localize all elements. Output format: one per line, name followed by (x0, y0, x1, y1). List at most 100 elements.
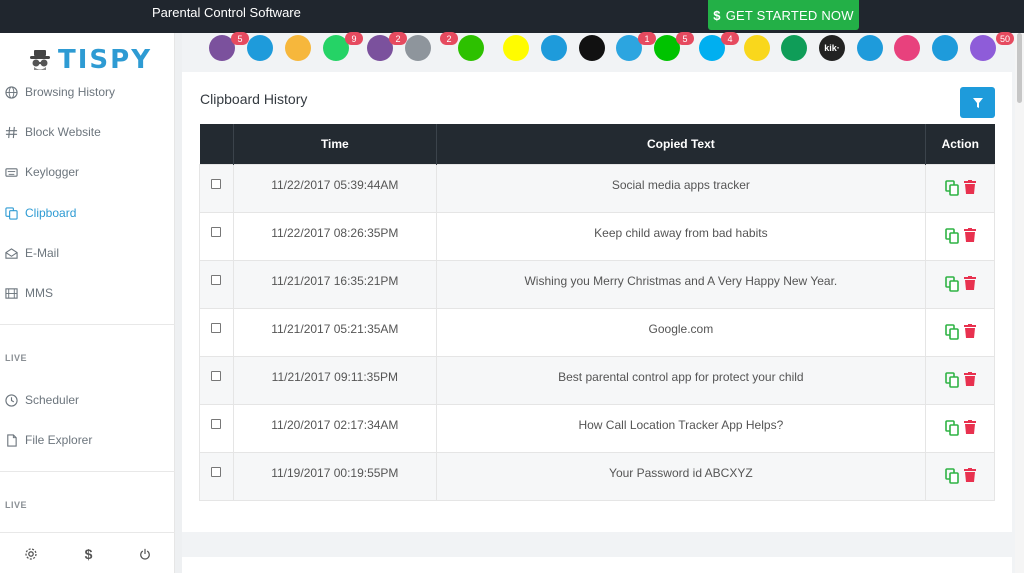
copied-text-cell: Wishing you Merry Christmas and A Very H… (435, 259, 927, 309)
scrollbar-thumb[interactable] (1017, 33, 1022, 103)
row-checkbox[interactable] (211, 322, 222, 333)
table-row: 11/20/2017 02:17:34AM How Call Location T… (199, 403, 995, 453)
time-cell: 11/22/2017 08:26:35PM (232, 211, 437, 261)
app-badge: 5 (231, 32, 249, 45)
spy-logo-icon (28, 48, 52, 72)
hangouts-icon[interactable] (781, 35, 807, 61)
sidebar-item-label: MMS (25, 286, 53, 300)
kakao-icon[interactable] (744, 35, 770, 61)
app-icons-row: 5 9 2 2 9 1 5 4 kik· 50 (205, 32, 1015, 73)
scrollbar[interactable] (1015, 33, 1024, 573)
copied-text-cell: Google.com (435, 307, 927, 357)
copy-icon[interactable] (944, 419, 959, 436)
app-badge: 9 (345, 32, 363, 45)
app-badge: 1 (638, 32, 656, 45)
row-select-cell (199, 355, 234, 405)
sidebar-item-mms[interactable]: MMS (0, 282, 175, 304)
power-icon[interactable] (139, 548, 151, 560)
delete-icon[interactable] (963, 371, 976, 386)
copy-app-icon[interactable] (285, 35, 311, 61)
sidebar-item-scheduler[interactable]: Scheduler (0, 389, 175, 411)
keyboard-icon (5, 167, 18, 177)
sidebar: TISPY Browsing History Block Website Key… (0, 33, 175, 573)
delete-icon[interactable] (963, 179, 976, 194)
delete-icon[interactable] (963, 419, 976, 434)
copied-text-cell: Social media apps tracker (435, 163, 927, 213)
sidebar-divider (0, 324, 175, 325)
line-icon[interactable]: 5 (654, 32, 694, 61)
telegram-icon[interactable]: 1 (616, 32, 656, 61)
globe-icon (5, 85, 18, 99)
sidebar-item-label: E-Mail (25, 246, 60, 260)
time-cell: 11/20/2017 02:17:34AM (232, 403, 437, 453)
copy-icon[interactable] (944, 371, 959, 388)
column-header-action: Action (925, 124, 995, 164)
row-select-cell (199, 163, 234, 213)
sidebar-item-keylogger[interactable]: Keylogger (0, 161, 175, 183)
section-header-live: LIVE (5, 500, 28, 510)
sidebar-item-block-website[interactable]: Block Website (0, 121, 175, 143)
dollar-icon[interactable]: $ (85, 546, 93, 562)
mail-icon[interactable] (247, 35, 273, 61)
copy-icon[interactable] (944, 275, 959, 292)
time-cell: 11/22/2017 05:39:44AM (232, 163, 437, 213)
snapchat-icon[interactable] (503, 35, 529, 61)
row-checkbox[interactable] (211, 226, 222, 237)
filter-button[interactable] (960, 87, 995, 118)
copy-icon[interactable] (944, 179, 959, 196)
chat-icon[interactable]: 50 (970, 32, 1014, 61)
action-cell (925, 307, 995, 357)
section-header-live: LIVE (5, 353, 28, 363)
logo-text: TISPY (58, 45, 153, 75)
delete-icon[interactable] (963, 227, 976, 242)
skype-icon[interactable]: 4 (699, 32, 739, 61)
page-title: Clipboard History (200, 91, 308, 107)
tiktok-icon[interactable] (579, 35, 605, 61)
copy-icon[interactable] (944, 227, 959, 244)
sidebar-item-clipboard[interactable]: Clipboard (0, 202, 175, 224)
get-started-button[interactable]: $ GET STARTED NOW (708, 0, 859, 30)
row-checkbox[interactable] (211, 178, 222, 189)
column-header-copied-text: Copied Text (436, 124, 927, 164)
logo[interactable]: TISPY (28, 45, 152, 75)
get-started-label: GET STARTED NOW (725, 7, 854, 23)
row-checkbox[interactable] (211, 418, 222, 429)
hike-icon[interactable] (932, 35, 958, 61)
clipboard-app-icon[interactable] (405, 35, 431, 61)
clipboard-icon (5, 206, 18, 220)
delete-icon[interactable] (963, 275, 976, 290)
table-row: 11/21/2017 09:11:35PM Best parental contr… (199, 355, 995, 405)
filter-icon (972, 97, 983, 108)
file-icon (7, 433, 17, 447)
delete-icon[interactable] (963, 323, 976, 338)
copied-text-cell: Your Password id ABCXYZ (435, 451, 927, 501)
delete-icon[interactable] (963, 467, 976, 482)
video-icon[interactable] (894, 35, 920, 61)
kik-icon[interactable]: kik· (819, 35, 845, 61)
sidebar-item-file-explorer[interactable]: File Explorer (0, 429, 175, 451)
sidebar-item-email[interactable]: E-Mail (0, 242, 175, 264)
row-select-cell (199, 211, 234, 261)
film-icon (5, 287, 18, 299)
row-checkbox[interactable] (211, 466, 222, 477)
action-cell (925, 211, 995, 261)
sidebar-item-label: Keylogger (25, 165, 80, 179)
viber-icon[interactable]: 5 (209, 32, 249, 61)
copy-icon[interactable] (944, 467, 959, 484)
column-header-time: Time (233, 124, 437, 164)
action-cell (925, 451, 995, 501)
copy-icon[interactable] (944, 323, 959, 340)
viber-alt-icon[interactable]: 2 (367, 32, 407, 61)
sidebar-gutter (175, 33, 182, 573)
time-cell: 11/21/2017 09:11:35PM (232, 355, 437, 405)
row-checkbox[interactable] (211, 370, 222, 381)
flickr-icon[interactable] (541, 35, 567, 61)
wechat-icon[interactable]: 2 (440, 32, 484, 61)
envelope-open-icon (5, 247, 18, 259)
gear-icon[interactable] (24, 547, 38, 561)
row-checkbox[interactable] (211, 274, 222, 285)
sidebar-item-browsing-history[interactable]: Browsing History (0, 81, 175, 103)
whatsapp-icon[interactable]: 9 (323, 32, 363, 61)
clipboard-table: Time Copied Text Action 11/22/2017 05:39… (199, 124, 995, 501)
badoo-icon[interactable] (857, 35, 883, 61)
